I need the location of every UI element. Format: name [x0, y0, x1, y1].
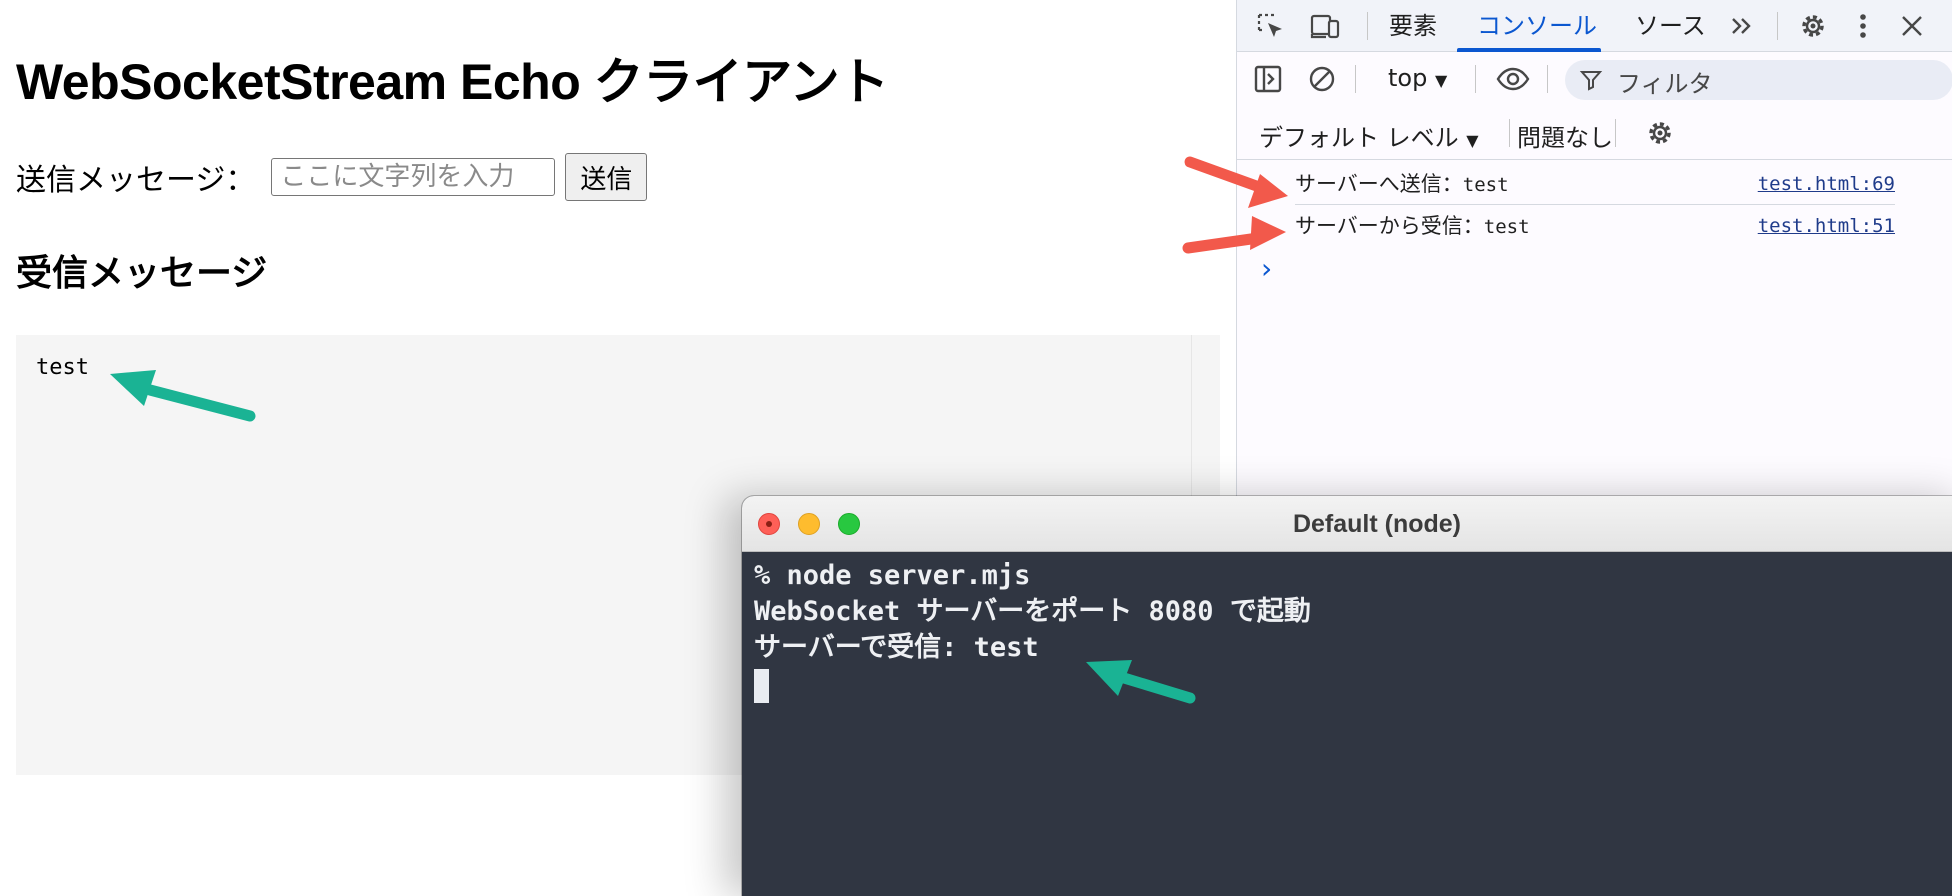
log-levels-label: デフォルト レベル: [1259, 124, 1459, 152]
terminal-title: Default (node): [1292, 510, 1462, 538]
clear-console-icon[interactable]: [1307, 64, 1337, 94]
send-button[interactable]: 送信: [565, 153, 648, 201]
toolbar-separator: [1355, 65, 1356, 93]
tab-console[interactable]: コンソール: [1477, 0, 1597, 52]
dropdown-caret-icon: ▼: [1466, 131, 1479, 150]
terminal-titlebar[interactable]: Default (node): [742, 496, 1952, 552]
context-label: top: [1388, 64, 1428, 92]
toolbar-separator: [1615, 119, 1616, 147]
more-options-kebab-icon[interactable]: [1853, 10, 1873, 42]
console-toolbar: top ▼ フィルタ: [1237, 52, 1952, 106]
page-title: WebSocketStream Echo クライアント: [16, 54, 889, 110]
inspect-element-icon[interactable]: [1255, 11, 1285, 41]
terminal-line: サーバーで受信: test: [754, 632, 1039, 663]
console-settings-gear-icon[interactable]: [1645, 118, 1675, 148]
log-source-link[interactable]: test.html:69: [1758, 164, 1895, 204]
filter-input[interactable]: フィルタ: [1565, 60, 1952, 100]
teal-arrow-icon: [110, 370, 256, 422]
received-heading: 受信メッセージ: [16, 253, 268, 294]
received-message-text: test: [36, 355, 89, 380]
device-toolbar-icon[interactable]: [1309, 11, 1341, 41]
toolbar-separator: [1547, 65, 1548, 93]
log-message: サーバーから受信：test: [1295, 206, 1530, 247]
console-level-toolbar: デフォルト レベル ▼ 問題なし: [1237, 106, 1952, 160]
terminal-line: % node server.mjs: [754, 560, 1031, 591]
log-source-link[interactable]: test.html:51: [1758, 206, 1895, 246]
console-log-entry: サーバーから受信：test test.html:51: [1295, 206, 1895, 246]
console-log-entry: サーバーへ送信：test test.html:69: [1295, 164, 1895, 205]
live-expression-eye-icon[interactable]: [1495, 64, 1531, 94]
tab-bar-separator: [1777, 12, 1778, 40]
message-input[interactable]: [271, 158, 556, 196]
log-levels-dropdown[interactable]: デフォルト レベル ▼: [1259, 118, 1479, 153]
filter-funnel-icon: [1579, 68, 1603, 92]
settings-gear-icon[interactable]: [1797, 10, 1829, 42]
send-row: 送信メッセージ： 送信: [16, 152, 648, 202]
issues-counter[interactable]: 問題なし: [1517, 118, 1613, 153]
terminal-cursor: [754, 669, 769, 703]
dropdown-caret-icon: ▼: [1434, 71, 1448, 90]
context-selector[interactable]: top ▼: [1388, 64, 1447, 92]
show-sidebar-icon[interactable]: [1253, 64, 1283, 94]
terminal-output[interactable]: % node server.mjs WebSocket サーバーをポート 808…: [754, 558, 1311, 703]
toolbar-separator: [1475, 65, 1476, 93]
log-label: サーバーへ送信：: [1295, 172, 1463, 196]
log-value: test: [1462, 174, 1509, 196]
send-message-label: 送信メッセージ：: [16, 163, 256, 198]
tab-elements[interactable]: 要素: [1389, 0, 1437, 52]
log-value: test: [1483, 216, 1530, 238]
log-message: サーバーへ送信：test: [1295, 164, 1509, 205]
terminal-window: Default (node) % node server.mjs WebSock…: [742, 496, 1952, 896]
teal-arrow-icon: [1086, 660, 1196, 704]
terminal-line: WebSocket サーバーをポート 8080 で起動: [754, 596, 1311, 627]
close-devtools-icon[interactable]: [1897, 11, 1927, 41]
log-label: サーバーから受信：: [1295, 214, 1484, 238]
red-arrow-icon: [1182, 156, 1288, 254]
more-tabs-chevron-icon[interactable]: [1727, 11, 1757, 41]
toolbar-separator: [1509, 119, 1510, 147]
devtools-tab-bar: 要素 コンソール ソース: [1237, 0, 1952, 52]
filter-placeholder: フィルタ: [1617, 70, 1713, 98]
tab-bar-separator: [1367, 12, 1368, 40]
tab-sources[interactable]: ソース: [1635, 0, 1706, 52]
